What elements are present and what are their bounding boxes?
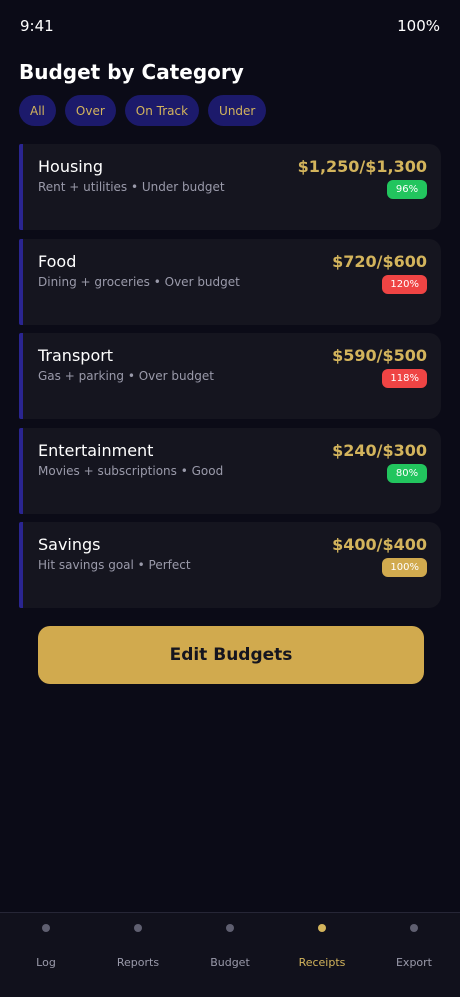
filter-chip-over[interactable]: Over bbox=[64, 95, 116, 126]
category-list: Housing Rent + utilities • Under budget … bbox=[19, 144, 441, 617]
category-name: Transport bbox=[38, 346, 114, 365]
tab-label: Reports bbox=[116, 956, 160, 969]
tab-receipts[interactable]: Receipts bbox=[276, 913, 368, 997]
filter-chip-on-track[interactable]: On Track bbox=[124, 95, 200, 126]
tab-label: Export bbox=[395, 956, 432, 969]
bottom-tab-bar: Log Reports Budget Receipts Export bbox=[0, 912, 460, 997]
category-amount: $400/$400 bbox=[332, 535, 427, 554]
category-name: Savings bbox=[38, 535, 101, 554]
tab-label: Log bbox=[36, 956, 56, 969]
category-card-transport[interactable]: Transport Gas + parking • Over budget $5… bbox=[19, 333, 441, 419]
category-amount: $1,250/$1,300 bbox=[297, 157, 427, 176]
tab-label: Budget bbox=[210, 956, 250, 969]
percent-badge: 100% bbox=[382, 558, 427, 577]
tab-log[interactable]: Log bbox=[0, 913, 92, 997]
filter-chip-under[interactable]: Under bbox=[208, 95, 267, 126]
tab-dot-icon bbox=[226, 924, 234, 932]
category-card-food[interactable]: Food Dining + groceries • Over budget $7… bbox=[19, 238, 441, 325]
category-card-savings[interactable]: Savings Hit savings goal • Perfect $400/… bbox=[19, 522, 441, 608]
category-amount: $240/$300 bbox=[332, 440, 427, 460]
category-name: Entertainment bbox=[38, 440, 154, 460]
category-description: Rent + utilities • Under budget bbox=[38, 180, 225, 194]
category-amount: $720/$600 bbox=[332, 251, 427, 271]
tab-reports[interactable]: Reports bbox=[92, 913, 184, 997]
percent-badge: 118% bbox=[382, 369, 427, 388]
percent-badge: 120% bbox=[382, 274, 427, 294]
percent-badge: 80% bbox=[387, 463, 427, 483]
category-description: Gas + parking • Over budget bbox=[38, 369, 214, 383]
category-card-entertainment[interactable]: Entertainment Movies + subscriptions • G… bbox=[19, 427, 441, 514]
tab-label: Receipts bbox=[298, 956, 346, 969]
status-bar: 9:41 100% bbox=[0, 0, 460, 52]
tab-dot-icon bbox=[410, 924, 418, 932]
category-amount: $590/$500 bbox=[332, 346, 427, 365]
percent-badge: 96% bbox=[387, 180, 427, 199]
tab-dot-icon bbox=[134, 924, 142, 932]
status-time: 9:41 bbox=[20, 17, 54, 35]
category-description: Movies + subscriptions • Good bbox=[38, 463, 224, 478]
filter-chips: All Over On Track Under bbox=[19, 95, 267, 126]
battery-level: 100% bbox=[397, 17, 440, 35]
category-description: Dining + groceries • Over budget bbox=[38, 274, 240, 289]
tab-budget[interactable]: Budget bbox=[184, 913, 276, 997]
category-name: Housing bbox=[38, 157, 104, 176]
filter-chip-all[interactable]: All bbox=[19, 95, 56, 126]
category-description: Hit savings goal • Perfect bbox=[38, 558, 191, 572]
category-name: Food bbox=[38, 251, 77, 271]
tab-dot-icon bbox=[318, 924, 326, 932]
page-title: Budget by Category bbox=[19, 60, 244, 84]
category-card-housing[interactable]: Housing Rent + utilities • Under budget … bbox=[19, 144, 441, 230]
tab-export[interactable]: Export bbox=[368, 913, 460, 997]
tab-dot-icon bbox=[42, 924, 50, 932]
edit-budgets-button[interactable]: Edit Budgets bbox=[38, 626, 424, 684]
